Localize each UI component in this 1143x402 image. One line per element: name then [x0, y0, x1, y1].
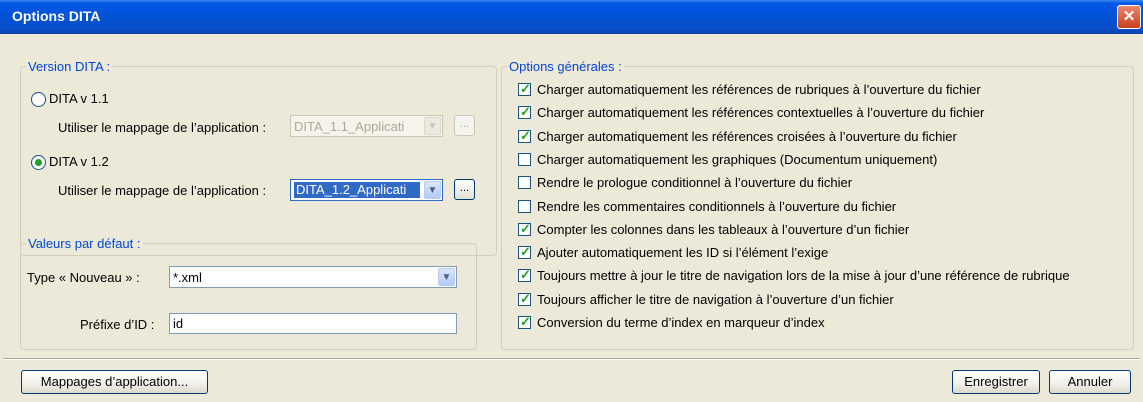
mapping-1-1-label: Utiliser le mappage de l’application : [58, 120, 267, 135]
radio-selected-dot [35, 159, 42, 166]
mapping-1-2-select[interactable]: DITA_1.2_Applicati ▼ [290, 179, 443, 201]
radio-dita-1-1[interactable]: DITA v 1.1 [31, 91, 151, 109]
check-icon: ✓ [520, 104, 531, 120]
mapping-1-1-value: DITA_1.1_Applicati [294, 119, 405, 134]
checkbox-icon[interactable]: ✓ [518, 81, 531, 96]
close-icon[interactable]: ✕ [1117, 5, 1141, 29]
general-option-label: Ajouter automatiquement les ID si l’élém… [537, 245, 829, 261]
check-icon: ✓ [520, 244, 531, 260]
check-icon: ✓ [520, 290, 531, 306]
check-icon: ✓ [520, 220, 531, 236]
radio-icon [31, 92, 46, 107]
type-nouveau-select[interactable]: *.xml ▼ [169, 266, 457, 288]
mapping-1-2-value: DITA_1.2_Applicati [294, 182, 420, 198]
general-option-label: Rendre les commentaires conditionnels à … [537, 198, 897, 214]
radio-dita-1-2[interactable]: DITA v 1.2 [31, 154, 151, 172]
general-option-label: Charger automatiquement les références d… [537, 82, 981, 97]
prefix-id-field[interactable]: id [169, 313, 457, 334]
chevron-down-icon[interactable]: ▼ [424, 181, 441, 199]
application-mappings-button[interactable]: Mappages d’application... [21, 370, 208, 394]
checkbox-icon[interactable]: ✓ [518, 244, 531, 260]
defaults-group: Valeurs par défaut : Type « Nouveau » : … [20, 236, 477, 350]
save-button[interactable]: Enregistrer [952, 370, 1040, 394]
checkbox-icon[interactable]: ✓ [518, 290, 531, 306]
prefix-id-value: id [173, 316, 184, 331]
checkbox-icon[interactable]: ✓ [518, 314, 531, 329]
chevron-down-icon[interactable]: ▼ [438, 268, 455, 286]
cancel-button[interactable]: Annuler [1049, 370, 1131, 394]
general-option-label: Conversion du terme d’index en marqueur … [537, 315, 825, 330]
type-nouveau-value: *.xml [173, 270, 202, 285]
general-option-label: Rendre le prologue conditionnel à l’ouve… [537, 175, 853, 191]
general-option-label: Toujours afficher le titre de navigation… [537, 291, 894, 307]
browse-mapping-1-2-button[interactable]: ... [454, 179, 475, 200]
checkbox-icon[interactable]: ✓ [518, 267, 531, 283]
checkbox-icon[interactable] [518, 199, 531, 213]
radio-dita-1-2-label: DITA v 1.2 [49, 154, 109, 169]
type-nouveau-label: Type « Nouveau » : [27, 270, 140, 285]
checkbox-icon[interactable] [518, 176, 531, 190]
checkbox-icon[interactable]: ✓ [518, 127, 531, 143]
check-icon: ✓ [520, 314, 531, 329]
general-option-label: Charger automatiquement les références c… [537, 105, 985, 121]
radio-icon [31, 155, 46, 170]
check-icon: ✓ [520, 81, 531, 96]
general-options-group: Options générales : ✓ Charger automatique… [501, 59, 1134, 350]
radio-dita-1-1-label: DITA v 1.1 [49, 91, 109, 106]
separator [3, 358, 1140, 360]
general-option-label: Compter les colonnes dans les tableaux à… [537, 221, 910, 237]
general-options-legend: Options générales : [507, 59, 624, 74]
mapping-1-1-select[interactable]: DITA_1.1_Applicati ▼ [290, 115, 443, 137]
prefix-id-label: Préfixe d’ID : [80, 317, 155, 332]
version-dita-legend: Version DITA : [26, 59, 113, 74]
general-option-label: Charger automatiquement les références c… [537, 128, 957, 144]
defaults-legend: Valeurs par défaut : [26, 236, 143, 251]
browse-mapping-1-1-button[interactable]: ... [454, 115, 475, 136]
dialog-body: Version DITA : DITA v 1.1 Utiliser le ma… [3, 34, 1140, 399]
general-option-label: Charger automatiquement les graphiques (… [537, 151, 938, 167]
checkbox-icon[interactable]: ✓ [518, 104, 531, 120]
mapping-1-2-label: Utiliser le mappage de l’application : [58, 183, 267, 198]
check-icon: ✓ [520, 127, 531, 143]
chevron-down-icon[interactable]: ▼ [424, 117, 441, 135]
title-bar[interactable]: Options DITA ✕ [0, 0, 1143, 34]
checkbox-icon[interactable]: ✓ [518, 220, 531, 236]
version-dita-group: Version DITA : DITA v 1.1 Utiliser le ma… [20, 59, 497, 256]
window-title: Options DITA [12, 8, 101, 24]
checkbox-icon[interactable] [518, 152, 531, 166]
check-icon: ✓ [520, 267, 531, 283]
general-option-label: Toujours mettre à jour le titre de navig… [537, 268, 1070, 284]
